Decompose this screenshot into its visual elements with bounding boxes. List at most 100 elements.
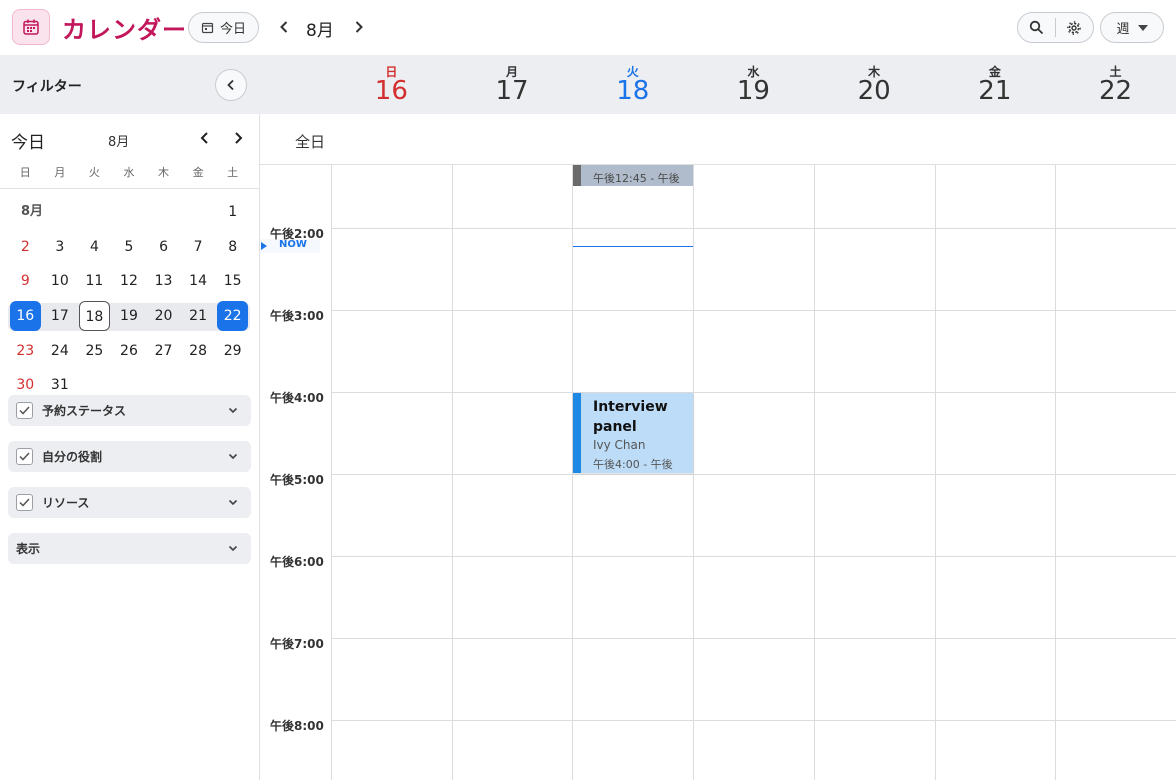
mini-day[interactable]: 30	[10, 370, 41, 395]
booking-status-checkbox[interactable]	[16, 402, 33, 419]
day-number: 17	[495, 76, 529, 106]
mini-day[interactable]: 13	[148, 266, 179, 296]
hour-line	[331, 720, 1176, 721]
filter-my-role[interactable]: 自分の役割	[8, 441, 251, 472]
mini-day[interactable]: 31	[45, 370, 76, 395]
event-color-bar	[573, 393, 581, 473]
mini-empty	[183, 370, 214, 395]
mini-day[interactable]: 11	[79, 266, 110, 296]
mini-weekday-header: 日月火水木金土	[8, 164, 250, 180]
day-number: 22	[1098, 76, 1133, 106]
day-column-header[interactable]: 金 21	[935, 55, 1056, 114]
top-bar: カレンダー 今日 8月 週	[0, 0, 1176, 55]
mini-day[interactable]: 3	[45, 232, 76, 262]
now-line	[573, 246, 693, 247]
mini-week-row: 9 10 11 12 13 14 15	[8, 264, 250, 299]
mini-day[interactable]: 14	[183, 266, 214, 296]
search-button[interactable]	[1018, 13, 1055, 42]
chevron-left-icon	[200, 132, 208, 144]
mini-day[interactable]: 29	[217, 336, 248, 366]
hour-line	[331, 392, 1176, 393]
column-divider	[813, 165, 815, 780]
mini-day[interactable]: 2	[10, 232, 41, 262]
mini-empty	[183, 197, 214, 227]
day-column-header[interactable]: 火 18	[572, 55, 693, 114]
mini-weekday: 木	[158, 166, 170, 179]
mini-day[interactable]: 26	[114, 336, 145, 366]
check-icon	[19, 452, 30, 461]
time-grid[interactable]: 午後12:45 - 午後 NOW Interview panel Ivy Cha…	[260, 165, 1176, 780]
mini-empty	[79, 197, 110, 227]
chevron-right-icon	[234, 132, 242, 144]
day-column-header[interactable]: 水 19	[693, 55, 814, 114]
mini-week-row: 8月 1	[8, 195, 250, 230]
mini-prev-month-button[interactable]	[193, 127, 215, 149]
day-number: 21	[978, 76, 1012, 106]
mini-day[interactable]: 28	[183, 336, 214, 366]
filter-title: フィルター	[12, 79, 82, 95]
gear-icon	[1067, 20, 1082, 35]
my-role-checkbox[interactable]	[16, 448, 33, 465]
hour-line	[331, 638, 1176, 639]
filter-label: 自分の役割	[42, 450, 103, 464]
next-week-button[interactable]	[346, 12, 372, 42]
filter-display[interactable]: 表示	[8, 533, 251, 564]
mini-day[interactable]: 19	[114, 301, 145, 331]
filter-sidebar: フィルター 今日 8月 日月火水木金土 8月 1 2 3 4 5 6 7 8 9 10 11 12 13 1…	[0, 55, 260, 780]
mini-day[interactable]: 1	[217, 197, 248, 227]
mini-today-button[interactable]: 今日	[11, 128, 45, 153]
column-divider	[934, 165, 936, 780]
current-month-label: 8月	[306, 21, 334, 41]
check-icon	[19, 406, 30, 415]
settings-button[interactable]	[1056, 13, 1093, 42]
event-interview-panel[interactable]: Interview panel Ivy Chan 午後4:00 - 午後	[573, 393, 693, 473]
mini-day[interactable]: 8	[217, 232, 248, 262]
column-divider	[693, 165, 695, 780]
mini-weekday: 火	[88, 166, 100, 179]
mini-day[interactable]: 25	[79, 336, 110, 366]
mini-day[interactable]: 27	[148, 336, 179, 366]
time-label: 午後6:00	[270, 555, 324, 569]
mini-day[interactable]: 17	[45, 301, 76, 331]
calendar-small-icon	[201, 22, 214, 34]
resources-checkbox[interactable]	[16, 494, 33, 511]
all-day-label: 全日	[295, 133, 326, 151]
mini-day[interactable]: 16	[10, 301, 41, 332]
view-mode-select[interactable]: 週	[1100, 12, 1164, 43]
mini-day[interactable]: 4	[79, 232, 110, 262]
day-number: 16	[374, 76, 408, 106]
mini-day[interactable]: 22	[217, 301, 248, 332]
day-number: 18	[616, 76, 650, 106]
today-button[interactable]: 今日	[188, 12, 259, 43]
mini-day[interactable]: 18	[79, 301, 110, 332]
mini-day[interactable]: 24	[45, 336, 76, 366]
prev-week-button[interactable]	[271, 12, 297, 42]
mini-day[interactable]: 15	[217, 266, 248, 296]
chevron-left-icon	[227, 79, 234, 91]
mini-weekday: 水	[123, 166, 135, 179]
mini-day[interactable]: 21	[183, 301, 214, 331]
mini-day[interactable]: 23	[10, 336, 41, 366]
time-label: 午後7:00	[270, 637, 324, 651]
day-column-header[interactable]: 土 22	[1055, 55, 1176, 114]
day-column-header[interactable]: 木 20	[814, 55, 935, 114]
mini-day[interactable]: 5	[114, 232, 145, 262]
mini-day[interactable]: 6	[148, 232, 179, 262]
day-column-header[interactable]: 日 16	[331, 55, 452, 114]
mini-day[interactable]: 9	[10, 266, 41, 296]
mini-day[interactable]: 10	[45, 266, 76, 296]
event-partial[interactable]: 午後12:45 - 午後	[573, 165, 693, 186]
filter-booking-status[interactable]: 予約ステータス	[8, 395, 251, 426]
all-day-row[interactable]: 全日	[260, 114, 1176, 165]
mini-day[interactable]: 7	[183, 232, 214, 262]
now-arrow-icon	[261, 242, 267, 250]
day-column-header[interactable]: 月 17	[452, 55, 573, 114]
collapse-sidebar-button[interactable]	[215, 69, 247, 101]
mini-next-month-button[interactable]	[227, 127, 249, 149]
mini-empty	[79, 370, 110, 395]
mini-day[interactable]: 20	[148, 301, 179, 331]
mini-day[interactable]: 12	[114, 266, 145, 296]
filter-resources[interactable]: リソース	[8, 487, 251, 518]
mini-week-row: 30 31	[8, 368, 250, 395]
event-title: Interview panel	[593, 399, 668, 435]
